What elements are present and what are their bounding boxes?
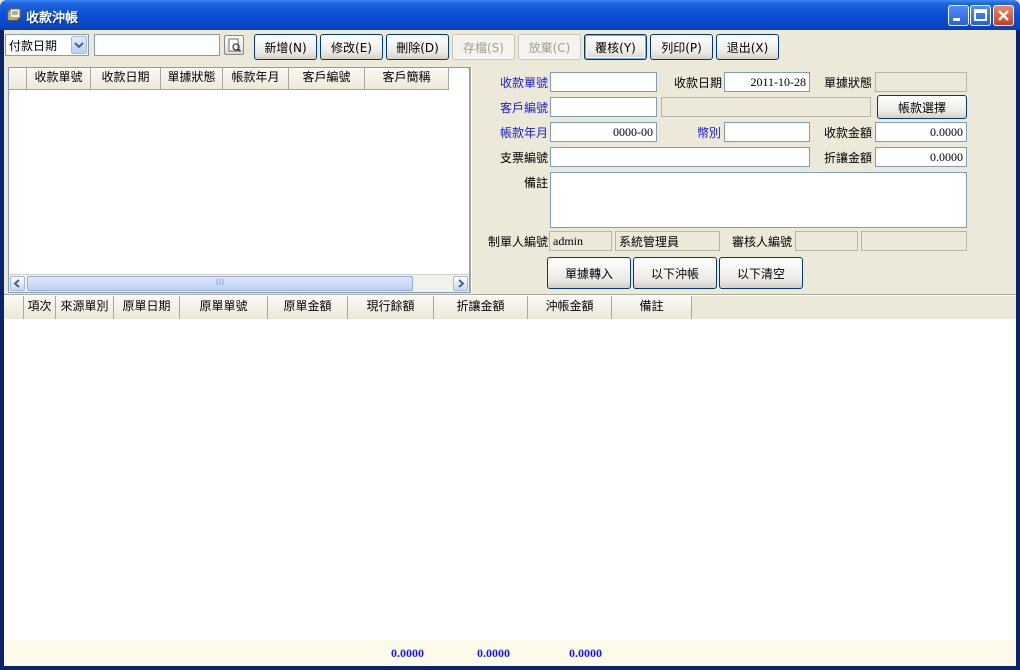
save-button[interactable]: 存檔(S) [452,34,515,60]
col-doc-status[interactable]: 單據狀態 [161,68,223,89]
new-button[interactable]: 新增(N) [254,34,317,60]
maximize-icon [974,9,987,21]
col-item-no[interactable]: 項次 [24,296,56,319]
title-bar[interactable]: 收款沖帳 [0,0,1020,30]
remarks-textarea[interactable] [550,172,967,228]
filter-select[interactable]: 付款日期 [5,34,89,56]
col-original-no[interactable]: 原單單號 [180,296,268,319]
total-current-balance: 0.0000 [391,646,424,660]
reviewer-label: 審核人編號 [731,235,792,249]
chevron-left-icon [13,279,20,288]
scroll-right-button[interactable] [453,276,468,291]
print-button[interactable]: 列印(P) [650,34,713,60]
customer-no-label: 客戶編號 [499,101,548,115]
offset-detail-grid[interactable]: 項次 來源單別 原單日期 原單單號 原單金額 現行餘額 折讓金額 沖帳金額 備註… [4,296,1016,666]
receipt-date-label: 收款日期 [673,76,722,90]
account-period-input[interactable]: 0000-00 [550,122,657,142]
grip-icon [216,279,224,285]
doc-status-label: 單據狀態 [823,76,872,90]
clear-below-button[interactable]: 以下清空 [719,257,803,289]
chevron-right-icon [458,279,465,288]
discount-amount-label: 折讓金額 [823,151,872,165]
receipt-list-grid[interactable]: 收款單號 收款日期 單據狀態 帳款年月 客戶編號 客戶簡稱 [8,67,470,293]
discard-button[interactable]: 放棄(C) [518,34,581,60]
filter-select-value: 付款日期 [9,38,58,53]
creator-name-field: 系統管理員 [615,231,720,251]
receipt-date-input[interactable]: 2011-10-28 [724,72,810,92]
total-offset: 0.0000 [569,646,602,660]
remarks-label: 備註 [523,176,548,190]
reviewer-id-field [795,231,858,251]
minimize-icon [953,18,960,21]
currency-input[interactable] [724,122,810,142]
col-original-amount[interactable]: 原單金額 [268,296,348,319]
search-button[interactable] [224,35,244,55]
review-button[interactable]: 覆核(Y) [584,34,647,60]
edit-button[interactable]: 修改(E) [320,34,383,60]
check-no-input[interactable] [550,147,810,167]
scroll-left-button[interactable] [10,276,25,291]
chevron-down-icon [74,42,84,49]
minimize-button[interactable] [948,5,969,26]
app-icon [7,8,21,21]
col-account-period[interactable]: 帳款年月 [223,68,289,89]
scroll-thumb[interactable] [27,276,413,291]
col-discount-amount[interactable]: 折讓金額 [434,296,528,319]
search-input[interactable] [94,34,220,56]
receipt-amount-label: 收款金額 [823,126,872,140]
filter-dropdown-button[interactable] [71,36,87,54]
offset-below-button[interactable]: 以下沖帳 [633,257,717,289]
import-document-button[interactable]: 單據轉入 [547,257,631,289]
detail-row-indicator-header [4,296,24,319]
account-period-label: 帳款年月 [499,126,548,140]
col-customer-no[interactable]: 客戶編號 [289,68,365,89]
currency-label: 幣別 [696,126,721,140]
col-current-balance[interactable]: 現行餘額 [348,296,434,319]
reviewer-name-field [861,231,967,251]
close-icon [998,10,1009,21]
client-area: 付款日期 新增(N) 修改(E) 刪除(D) 存檔(S) 放棄(C) 覆核(Y)… [4,30,1016,666]
receipt-form: 收款單號 收款日期 2011-10-28 單據狀態 客戶編號 帳款選擇 帳款年月… [470,67,1016,293]
col-offset-amount[interactable]: 沖帳金額 [528,296,612,319]
horizontal-scrollbar[interactable] [9,274,469,292]
receipt-no-label: 收款單號 [499,76,548,90]
creator-id-field: admin [549,231,612,251]
delete-button[interactable]: 刪除(D) [386,34,449,60]
receipt-amount-input[interactable]: 0.0000 [875,122,967,142]
receipt-list-header: 收款單號 收款日期 單據狀態 帳款年月 客戶編號 客戶簡稱 [9,68,449,90]
check-no-label: 支票編號 [499,151,548,165]
detail-header: 項次 來源單別 原單日期 原單單號 原單金額 現行餘額 折讓金額 沖帳金額 備註 [4,296,1016,319]
col-source-type[interactable]: 來源單別 [56,296,114,319]
row-indicator-header [9,68,27,89]
window-title: 收款沖帳 [26,10,79,25]
customer-name-field [661,97,871,117]
account-select-button[interactable]: 帳款選擇 [877,95,967,119]
app-window: 收款沖帳 付款日期 新增(N) 修改(E) 刪除(D) 存檔(S) 放棄(C) … [0,0,1020,670]
exit-button[interactable]: 退出(X) [716,34,779,60]
discount-amount-input[interactable]: 0.0000 [875,147,967,167]
totals-footer: 0.0000 0.0000 0.0000 [4,640,1016,666]
col-remarks[interactable]: 備註 [612,296,692,319]
maximize-button[interactable] [970,5,991,26]
creator-label: 制單人編號 [487,235,548,249]
customer-no-input[interactable] [550,97,657,117]
doc-status-field [875,72,967,92]
col-original-date[interactable]: 原單日期 [114,296,180,319]
total-discount: 0.0000 [477,646,510,660]
col-receipt-no[interactable]: 收款單號 [27,68,91,89]
col-customer-short-name[interactable]: 客戶簡稱 [365,68,449,89]
close-window-button[interactable] [993,5,1014,26]
search-icon [228,38,242,53]
col-receipt-date[interactable]: 收款日期 [91,68,161,89]
receipt-no-input[interactable] [550,72,657,92]
